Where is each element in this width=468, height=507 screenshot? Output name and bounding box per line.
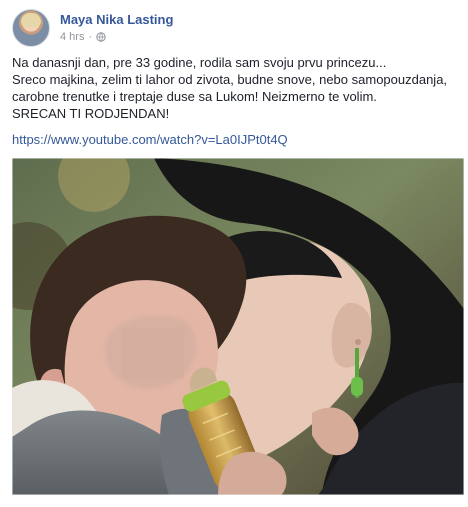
- author-name[interactable]: Maya Nika Lasting: [60, 12, 173, 28]
- post-text-line: SRECAN TI RODJENDAN!: [12, 106, 170, 121]
- post-time[interactable]: 4 hrs: [60, 30, 84, 44]
- post-meta: Maya Nika Lasting 4 hrs ·: [60, 12, 173, 44]
- post-text-line: Sreco majkina, zelim ti lahor od zivota,…: [12, 72, 448, 87]
- photo-illustration: [12, 158, 464, 495]
- post-photo[interactable]: [12, 158, 464, 495]
- post-text-line: Na danasnji dan, pre 33 godine, rodila s…: [12, 55, 387, 70]
- post-text: Na danasnji dan, pre 33 godine, rodila s…: [12, 54, 462, 122]
- post-text-line: carobne trenutke i treptaje duse sa Luko…: [12, 89, 377, 104]
- post-subline: 4 hrs ·: [60, 30, 173, 44]
- globe-icon[interactable]: [96, 32, 106, 42]
- meta-separator: ·: [88, 31, 93, 43]
- avatar[interactable]: [12, 9, 50, 47]
- post-header: Maya Nika Lasting 4 hrs ·: [12, 8, 173, 48]
- post-bottom-space: [0, 500, 468, 507]
- facebook-post: Maya Nika Lasting 4 hrs · Na danasnji da…: [0, 0, 468, 507]
- youtube-link[interactable]: https://www.youtube.com/watch?v=La0IJPt0…: [12, 131, 288, 148]
